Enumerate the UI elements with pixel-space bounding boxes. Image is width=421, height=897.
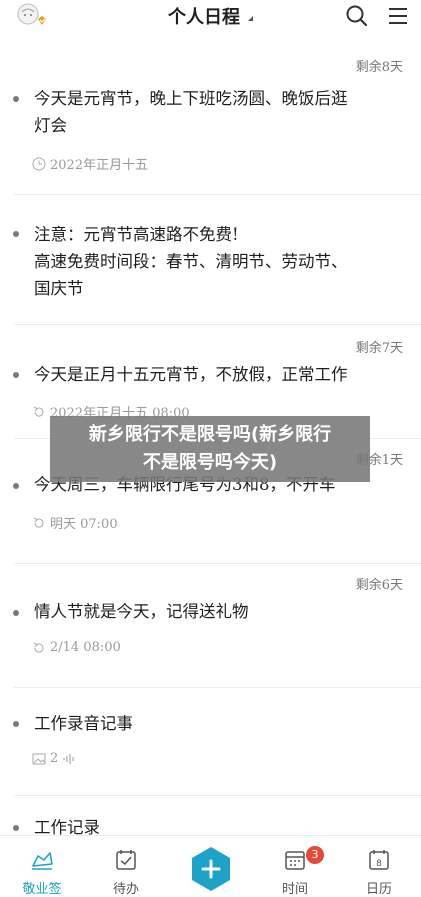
item-content: 注意：元宵节高速路不免费! 高速免费时间段：春节、清明节、劳动节、 国庆节 bbox=[34, 221, 411, 302]
clock-icon bbox=[32, 157, 46, 170]
bullet-dot bbox=[13, 721, 19, 727]
item-content: 情人节就是今天，记得送礼物 bbox=[34, 598, 411, 625]
notes-icon bbox=[32, 852, 53, 870]
page-title-text[interactable]: 个人日程 bbox=[168, 7, 240, 28]
repeat-clock-icon bbox=[33, 406, 44, 417]
content-line: 高速免费时间段：春节、清明节、劳动节、 bbox=[34, 252, 348, 271]
bullet-dot bbox=[13, 610, 19, 616]
list-item[interactable]: 注意：元宵节高速路不免费! 高速免费时间段：春节、清明节、劳动节、 国庆节 bbox=[13, 195, 421, 325]
bullet-dot bbox=[13, 372, 19, 378]
tab-label: 日历 bbox=[365, 882, 392, 897]
content-line: 情人节就是今天，记得送礼物 bbox=[34, 602, 249, 621]
content-line: 注意：元宵节高速路不免费! bbox=[34, 225, 239, 244]
list-item[interactable]: 工作录音记事 2 bbox=[13, 688, 421, 796]
svg-text:8: 8 bbox=[376, 859, 382, 869]
bullet-dot bbox=[13, 483, 19, 489]
item-meta: 2022年正月十五 bbox=[32, 154, 148, 173]
meta-text: 明天 07:00 bbox=[50, 517, 118, 532]
calendar-icon: 8 bbox=[369, 850, 389, 870]
app-header: 个人日程 bbox=[0, 0, 421, 34]
content-line: 工作记录 bbox=[34, 818, 100, 835]
item-content: 工作录音记事 bbox=[34, 710, 411, 737]
headline-overlay: 新乡限行不是限号吗(新乡限行 不是限号吗今天) bbox=[50, 416, 370, 482]
tab-todo[interactable]: 待办 bbox=[84, 836, 168, 897]
notification-badge: 3 bbox=[306, 846, 324, 864]
bullet-dot bbox=[13, 231, 19, 237]
item-content: 今天是正月十五元宵节，不放假，正常工作 bbox=[34, 361, 411, 388]
remaining-days: 剩余7天 bbox=[355, 341, 403, 356]
item-meta: 2/14 08:00 bbox=[32, 640, 121, 655]
bullet-dot bbox=[13, 825, 19, 831]
overlay-line: 不是限号吗今天) bbox=[142, 452, 278, 473]
bullet-dot bbox=[13, 96, 19, 102]
item-meta: 明天 07:00 bbox=[32, 513, 118, 532]
meta-text: 2 bbox=[50, 751, 59, 766]
tab-jingyeqian[interactable]: 敬业签 bbox=[0, 836, 84, 897]
list-item[interactable]: 剩余6天 情人节就是今天，记得送礼物 2/14 08:00 bbox=[13, 564, 421, 688]
list-item[interactable]: 剩余8天 今天是元宵节，晚上下班吃汤圆、晚饭后逛 灯会 2022年正月十五 bbox=[13, 40, 421, 195]
title-dropdown-icon[interactable] bbox=[243, 15, 253, 21]
item-content: 工作记录 bbox=[34, 814, 411, 835]
item-content: 今天是元宵节，晚上下班吃汤圆、晚饭后逛 灯会 bbox=[34, 85, 411, 139]
list-item[interactable]: 工作记录 bbox=[13, 796, 421, 835]
repeat-clock-icon bbox=[33, 642, 44, 653]
content-line: 今天是元宵节，晚上下班吃汤圆、晚饭后逛 bbox=[34, 89, 348, 108]
content-line: 灯会 bbox=[34, 116, 67, 135]
remaining-days: 剩余8天 bbox=[355, 60, 403, 75]
menu-icon[interactable] bbox=[386, 4, 410, 28]
tab-label: 待办 bbox=[112, 882, 139, 897]
meta-text: 2/14 08:00 bbox=[50, 640, 121, 655]
audio-wave-icon bbox=[63, 753, 74, 764]
tab-label: 敬业签 bbox=[22, 882, 62, 897]
content-line: 今天是正月十五元宵节，不放假，正常工作 bbox=[34, 365, 348, 384]
repeat-clock-icon bbox=[33, 517, 44, 528]
content-line: 国庆节 bbox=[34, 279, 84, 298]
search-icon[interactable] bbox=[345, 4, 369, 28]
tab-label: 时间 bbox=[281, 882, 308, 897]
overlay-line: 新乡限行不是限号吗(新乡限行 bbox=[88, 424, 332, 445]
todo-calendar-icon bbox=[116, 850, 136, 870]
image-icon bbox=[32, 753, 46, 764]
tab-time[interactable]: 时间 bbox=[253, 836, 337, 897]
content-line: 工作录音记事 bbox=[34, 714, 133, 733]
time-calendar-icon bbox=[285, 851, 305, 870]
remaining-days: 剩余6天 bbox=[355, 578, 403, 593]
add-button[interactable] bbox=[190, 846, 232, 892]
item-meta: 2 bbox=[32, 751, 76, 766]
tab-calendar[interactable]: 8 日历 bbox=[337, 836, 421, 897]
meta-text: 2022年正月十五 bbox=[50, 158, 149, 173]
